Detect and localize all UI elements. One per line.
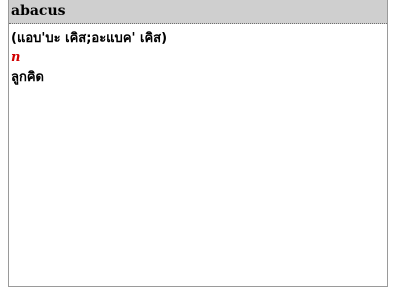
translation-text: ลูกคิด bbox=[11, 70, 44, 85]
dictionary-entry-panel: abacus (แอบ'บะ เคิส;อะแบค' เคิส) n ลูกคิ… bbox=[8, 0, 388, 287]
entry-content: (แอบ'บะ เคิส;อะแบค' เคิส) n ลูกคิด bbox=[11, 29, 385, 87]
part-of-speech-label: n bbox=[11, 50, 21, 65]
headword-bar: abacus bbox=[9, 0, 387, 24]
headword: abacus bbox=[11, 3, 66, 19]
pronunciation-text: (แอบ'บะ เคิส;อะแบค' เคิส) bbox=[11, 31, 168, 46]
